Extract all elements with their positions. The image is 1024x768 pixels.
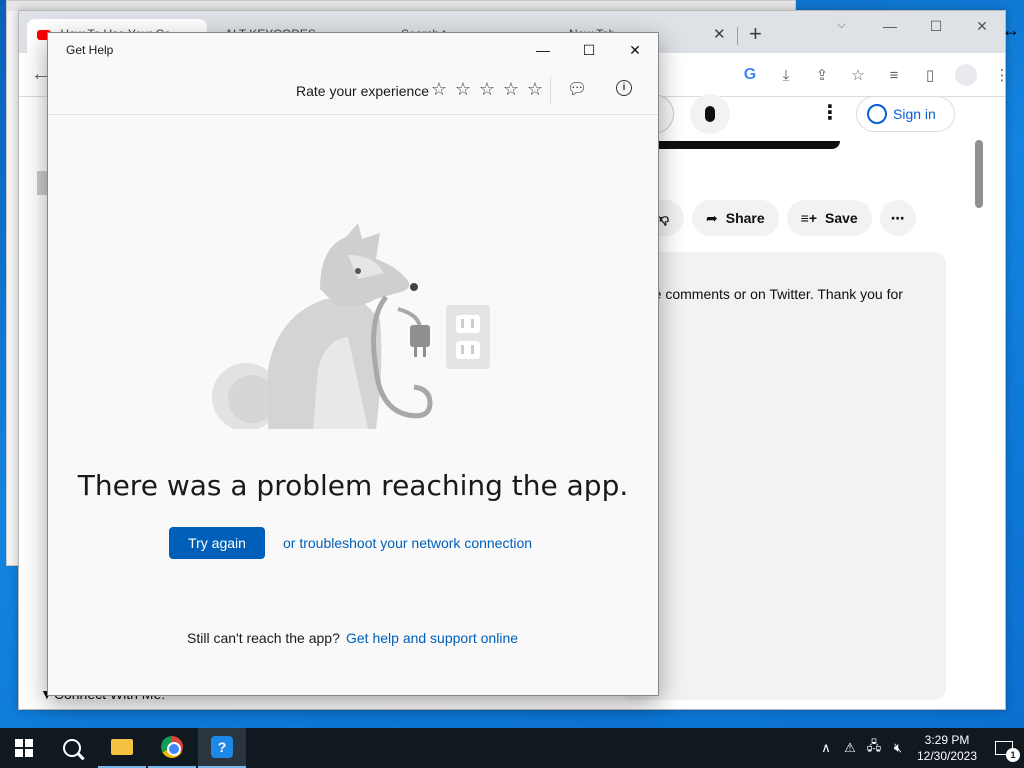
chrome-icon [161, 736, 183, 758]
get-help-online-link[interactable]: Get help and support online [346, 630, 518, 646]
notifications-icon: 1 [995, 741, 1020, 762]
minimize-button[interactable]: — [867, 11, 913, 41]
avatar-icon [955, 64, 977, 86]
new-tab-button[interactable]: + [749, 21, 762, 47]
dialog-maximize-button[interactable]: ☐ [566, 33, 612, 67]
save-button[interactable]: ≡+ Save [786, 200, 872, 236]
resize-cursor-icon: ↔ [1002, 20, 1020, 40]
network-icon[interactable]: 🖧︎ [862, 737, 886, 759]
action-center-button[interactable]: 1 [984, 741, 1024, 762]
dialog-close-button[interactable]: ✕ [612, 33, 658, 67]
description-text: the comments or on Twitter. Thank you fo… [642, 286, 903, 302]
search-icon [63, 739, 81, 757]
chrome-menu-icon[interactable]: ⋮ [991, 64, 1013, 86]
share-icon: ➦ [706, 209, 718, 226]
file-explorer-icon [111, 739, 133, 755]
start-button[interactable] [0, 728, 48, 768]
sign-in-button[interactable]: Sign in [856, 96, 955, 132]
taskbar-chrome[interactable] [148, 728, 196, 768]
install-app-icon[interactable]: ⤓ [775, 64, 797, 86]
clock-date: 12/30/2023 [916, 749, 978, 763]
profile-avatar[interactable] [955, 64, 977, 86]
dialog-window-controls: — ☐ ✕ [520, 33, 658, 67]
toolbar-divider [550, 77, 551, 105]
star-1-icon[interactable]: ☆ [430, 79, 448, 100]
star-3-icon[interactable]: ☆ [478, 79, 496, 100]
sign-in-label: Sign in [893, 106, 936, 122]
security-alert-icon[interactable]: ⚠ [838, 740, 862, 756]
get-help-window: Get Help — ☐ ✕ Rate your experience ☆ ☆ … [47, 32, 659, 696]
taskbar-get-help[interactable]: ? [198, 728, 246, 768]
side-panel-icon[interactable]: ▯ [919, 64, 941, 86]
bookmark-star-icon[interactable]: ☆ [847, 64, 869, 86]
windows-logo-icon [15, 739, 33, 757]
video-description-panel[interactable] [620, 252, 946, 700]
unplugged-dog-illustration [212, 223, 490, 429]
chrome-window-controls: — ☐ ✕ [867, 11, 1005, 41]
clock-time: 3:29 PM [924, 733, 970, 747]
share-page-icon[interactable]: ⇪ [811, 64, 833, 86]
video-actions: 👎︎ ➦ Share ≡+ Save ⋯ [640, 200, 916, 236]
dialog-titlebar[interactable]: Get Help — ☐ ✕ [48, 33, 658, 67]
share-label: Share [725, 210, 765, 226]
show-hidden-icons-chevron-icon[interactable]: ∧ [814, 740, 838, 756]
taskbar-search-button[interactable] [48, 728, 96, 768]
page-scrollbar[interactable] [975, 140, 983, 208]
tab-search-icon[interactable]: ⌵ [837, 17, 846, 32]
google-lens-icon[interactable]: G [739, 64, 761, 86]
share-button[interactable]: ➦ Share [692, 200, 779, 236]
system-tray: ∧ ⚠ 🖧︎ 🔇︎ 3:29 PM 12/30/2023 1 [814, 728, 1024, 768]
error-heading: There was a problem reaching the app. [77, 469, 629, 502]
voice-search-button[interactable] [690, 94, 730, 134]
clock[interactable]: 3:29 PM 12/30/2023 [910, 732, 984, 764]
get-help-icon: ? [211, 736, 233, 758]
taskbar-file-explorer[interactable] [98, 728, 146, 768]
page-fragment [37, 171, 47, 195]
maximize-button[interactable]: ☐ [913, 11, 959, 41]
save-icon: ≡+ [800, 210, 818, 226]
tab-separator [737, 27, 738, 45]
dialog-minimize-button[interactable]: — [520, 33, 566, 67]
toolbar-icons: G ⤓ ⇪ ☆ ≡ ▯ ⋮ [739, 64, 1013, 86]
rate-experience-label: Rate your experience [296, 83, 430, 99]
try-again-button[interactable]: Try again [169, 527, 265, 559]
taskbar: ? ∧ ⚠ 🖧︎ 🔇︎ 3:29 PM 12/30/2023 1 [0, 728, 1024, 768]
more-actions-button[interactable]: ⋯ [879, 200, 916, 236]
notification-count-badge: 1 [1006, 748, 1020, 762]
dialog-title: Get Help [66, 43, 114, 57]
microphone-icon [705, 106, 715, 122]
star-4-icon[interactable]: ☆ [502, 79, 520, 100]
media-queue-icon[interactable]: ≡ [883, 64, 905, 86]
rating-stars: ☆ ☆ ☆ ☆ ☆ [430, 79, 544, 100]
feedback-icon[interactable]: 💬︎ [567, 79, 587, 99]
volume-muted-icon[interactable]: 🔇︎ [886, 740, 910, 756]
account-icon [867, 104, 887, 124]
dialog-toolbar: Rate your experience ☆ ☆ ☆ ☆ ☆ 💬︎ i [48, 71, 658, 115]
still-cant-reach-text: Still can't reach the app? [187, 630, 340, 646]
info-icon[interactable]: i [616, 80, 632, 96]
star-2-icon[interactable]: ☆ [454, 79, 472, 100]
video-player-edge [640, 141, 840, 149]
tab-close-icon[interactable]: ✕ [713, 25, 726, 43]
youtube-settings-menu-icon[interactable]: ⋮ [820, 100, 840, 125]
more-icon: ⋯ [890, 209, 905, 226]
save-label: Save [825, 210, 858, 226]
close-button[interactable]: ✕ [959, 11, 1005, 41]
star-5-icon[interactable]: ☆ [526, 79, 544, 100]
troubleshoot-network-link[interactable]: or troubleshoot your network connection [283, 535, 532, 551]
